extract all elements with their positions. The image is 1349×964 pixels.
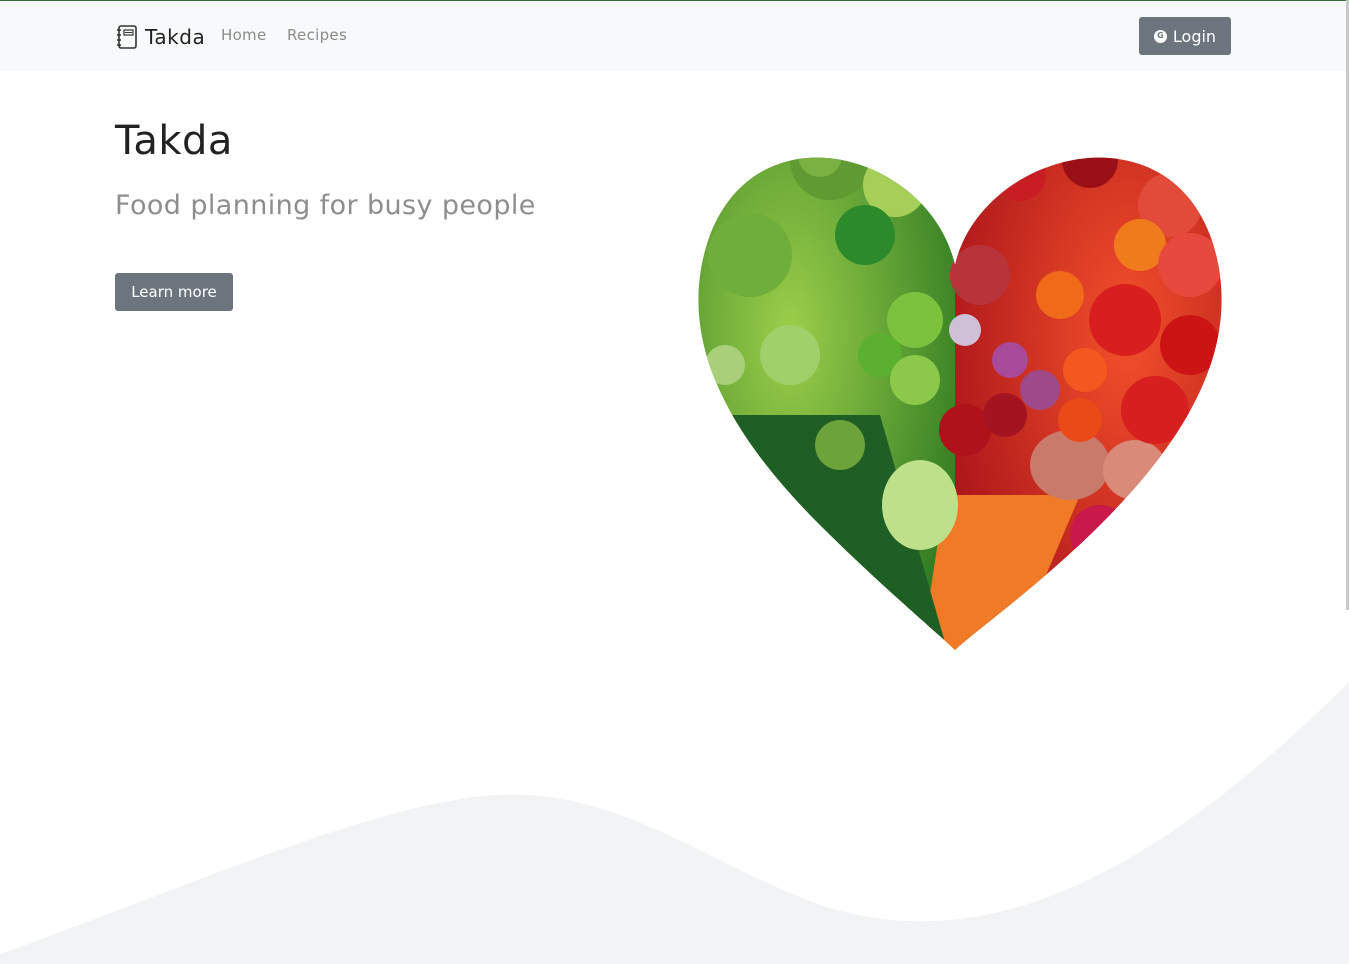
login-button[interactable]: G Login xyxy=(1139,17,1231,55)
brand-name: Takda xyxy=(145,25,206,49)
nav-link-home[interactable]: Home xyxy=(221,26,267,44)
hero-subtitle: Food planning for busy people xyxy=(115,190,536,221)
background-wave xyxy=(0,682,1349,964)
google-icon: G xyxy=(1153,29,1167,43)
login-label: Login xyxy=(1172,26,1217,46)
brand-link[interactable]: Takda xyxy=(115,23,205,51)
vegetable-heart-image xyxy=(698,157,1222,650)
nav-link-recipes[interactable]: Recipes xyxy=(287,26,347,44)
navbar: Takda Home Recipes G Login xyxy=(0,1,1349,71)
page: Takda Home Recipes G Login Takda Food pl… xyxy=(0,0,1349,964)
learn-more-button[interactable]: Learn more xyxy=(115,273,233,311)
notebook-icon xyxy=(115,24,139,50)
hero-title: Takda xyxy=(115,118,233,164)
